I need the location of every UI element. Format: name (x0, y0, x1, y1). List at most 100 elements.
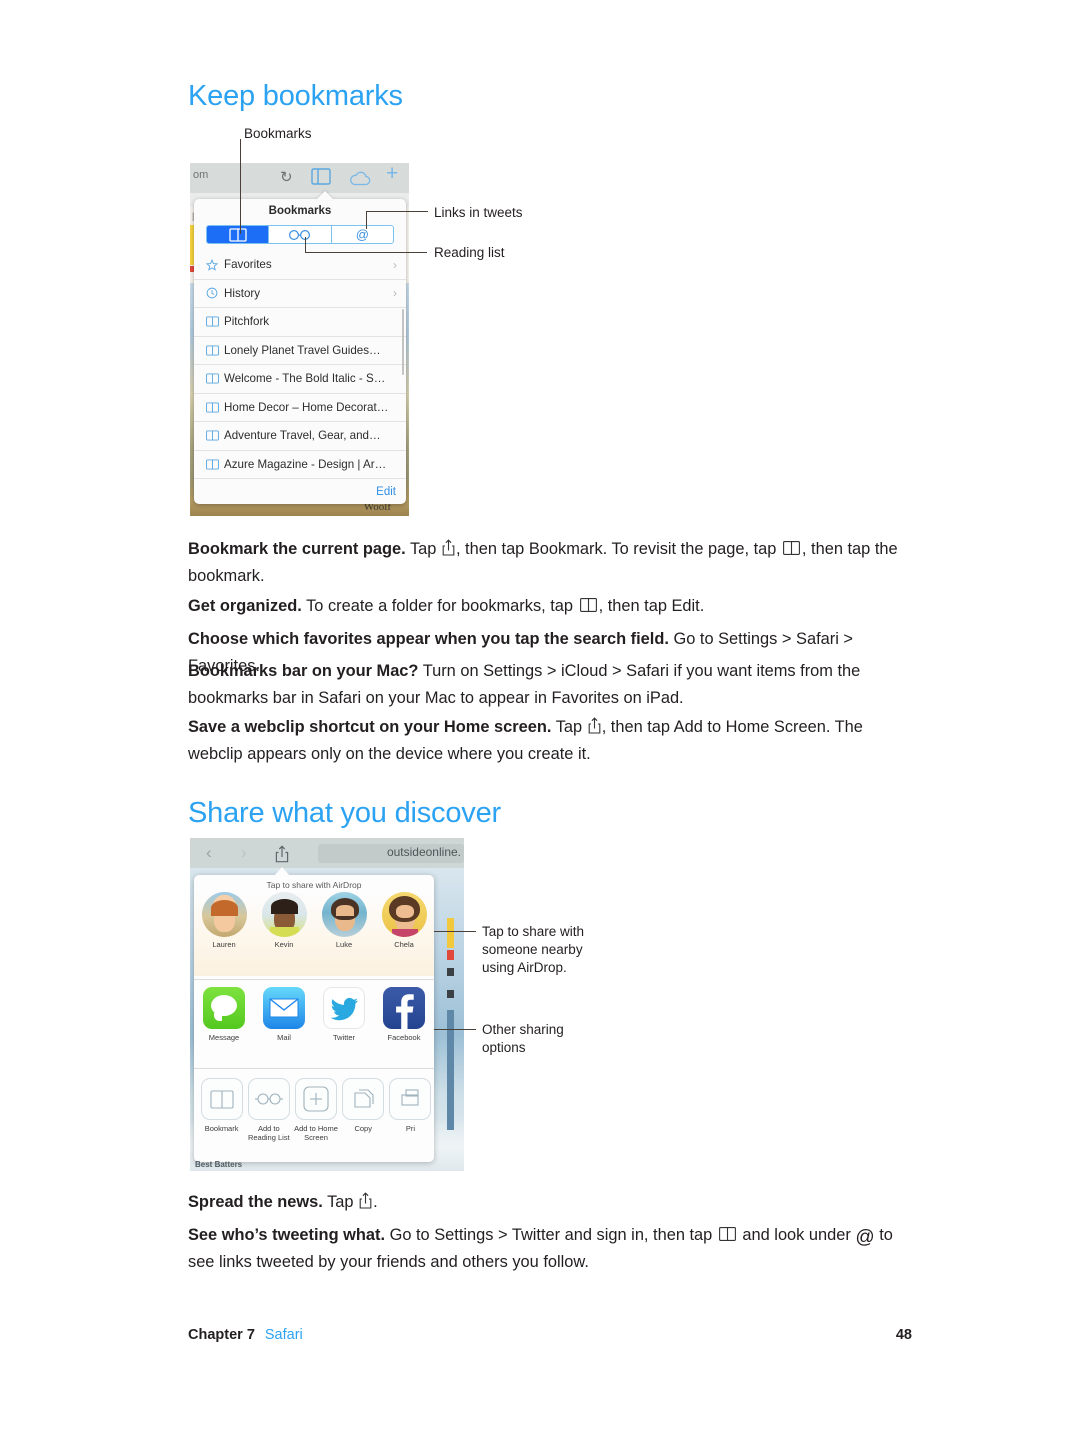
share-icon (359, 1192, 372, 1209)
paragraph-bookmark-the-current-page: Bookmark the current page. Tap , then ta… (188, 536, 912, 590)
print-icon (389, 1078, 432, 1120)
callout-other-sharing: Other sharing options (482, 1022, 564, 1055)
list-item[interactable]: Home Decor – Home Decorat… (194, 394, 406, 422)
share-actions-row: Bookmark Add to Reading List Add to Home… (194, 1071, 434, 1159)
leader-line-other-sharing (434, 1029, 476, 1031)
list-item[interactable]: History › (194, 280, 406, 308)
paragraph-text-1: Go to Settings > Twitter and sign in, th… (385, 1226, 717, 1244)
chevron-right-icon: › (393, 286, 397, 301)
paragraph-text-2: , then tap Edit. (598, 597, 705, 615)
book-icon (206, 373, 224, 384)
share-action-label: Copy (354, 1124, 372, 1133)
browser-toolbar: om ↻ + (190, 163, 409, 193)
list-item-label: Favorites (224, 258, 272, 272)
leader-line-reading-list-v (305, 237, 307, 253)
chevron-left-icon[interactable]: ‹ (206, 843, 212, 863)
page-title-share-what-you-discover: Share what you discover (188, 797, 501, 829)
edit-button[interactable]: Edit (376, 486, 396, 498)
chevron-right-icon[interactable]: › (241, 843, 247, 863)
at-sign-icon: @ (855, 1227, 875, 1248)
airdrop-contact[interactable]: Luke (318, 892, 370, 949)
list-item[interactable]: Azure Magazine - Design | Ar… (194, 451, 406, 479)
paragraph-lead: Bookmark the current page. (188, 540, 406, 558)
list-item-label: Lonely Planet Travel Guides… (224, 343, 381, 357)
page-title-keep-bookmarks: Keep bookmarks (188, 80, 403, 112)
paragraph-lead: Get organized. (188, 597, 302, 615)
avatar (201, 892, 247, 937)
address-bar-text: outsideonline. (386, 845, 461, 859)
book-icon (206, 402, 224, 413)
share-action-label: Bookmark (204, 1124, 239, 1133)
open-book-icon (229, 227, 247, 242)
share-sheet-popover: Tap to share with AirDrop Lauren Kevin L… (194, 875, 434, 1162)
bookmarks-icon[interactable] (311, 168, 331, 185)
airdrop-contacts-row: Lauren Kevin Luke Chela (194, 892, 434, 976)
paragraph-bookmarks-bar-on-your-mac: Bookmarks bar on your Mac? Turn on Setti… (188, 658, 912, 712)
share-app-label: Mail (277, 1033, 291, 1042)
paragraph-lead: Choose which favorites appear when you t… (188, 630, 669, 648)
leader-line-bookmarks (240, 139, 242, 234)
segment-shared-links[interactable]: @ (332, 226, 393, 243)
url-fragment: om (193, 169, 209, 181)
avatar (381, 892, 427, 937)
list-item-label: Adventure Travel, Gear, and… (224, 429, 381, 443)
paragraph-text-2: and look under (737, 1226, 856, 1244)
contact-name: Kevin (274, 940, 294, 949)
share-icon[interactable] (275, 845, 289, 863)
list-item[interactable]: Pitchfork (194, 308, 406, 337)
share-icon (442, 539, 455, 556)
background-stripe-dark2 (447, 990, 454, 998)
list-item[interactable]: Favorites › (194, 251, 406, 280)
popover-caret (316, 191, 334, 200)
share-action-label: Pri (405, 1124, 415, 1133)
leader-line-airdrop (434, 931, 476, 933)
list-item[interactable]: Adventure Travel, Gear, and… (194, 422, 406, 451)
share-action-add-to-reading-list[interactable]: Add to Reading List (245, 1078, 292, 1142)
list-item[interactable]: Lonely Planet Travel Guides… (194, 337, 406, 365)
footer-section-link[interactable]: Safari (265, 1327, 303, 1343)
twitter-icon (323, 987, 365, 1029)
plus-icon[interactable]: + (386, 163, 398, 184)
scrollbar[interactable] (402, 309, 404, 375)
plus-icon (295, 1078, 337, 1120)
airdrop-hint: Tap to share with AirDrop (266, 880, 362, 890)
paragraph-text-2: . (373, 1193, 378, 1211)
paragraph-text-1: Tap (551, 718, 587, 736)
airdrop-contact[interactable]: Chela (378, 892, 430, 949)
paragraph-text-1: Tap (405, 540, 441, 558)
share-app-mail[interactable]: Mail (258, 987, 310, 1042)
share-action-add-to-home-screen[interactable]: Add to Home Screen (292, 1078, 339, 1142)
contact-name: Luke (335, 940, 353, 949)
share-action-copy[interactable]: Copy (340, 1078, 387, 1133)
glasses-icon (288, 229, 310, 240)
paragraph-lead: See who’s tweeting what. (188, 1226, 386, 1244)
share-app-twitter[interactable]: Twitter (318, 987, 370, 1042)
paragraph-see-whos-tweeting-what: See who’s tweeting what. Go to Settings … (188, 1222, 912, 1276)
chevron-right-icon: › (393, 257, 397, 272)
star-icon (206, 258, 224, 271)
figure-share-sheet: ‹ › outsideonline. Tap to share with Air… (190, 838, 464, 1171)
divider (194, 1068, 434, 1069)
share-app-facebook[interactable]: Facebook (378, 987, 430, 1042)
book-icon (206, 316, 224, 327)
segment-bookmarks[interactable] (207, 226, 270, 243)
browser-toolbar: ‹ › outsideonline. (190, 838, 464, 868)
background-stripe-blue (447, 1010, 454, 1130)
share-app-message[interactable]: Message (198, 987, 250, 1042)
avatar (321, 892, 367, 937)
airdrop-contact[interactable]: Kevin (258, 892, 310, 949)
share-action-bookmark[interactable]: Bookmark (198, 1078, 245, 1133)
reload-icon[interactable]: ↻ (280, 168, 293, 186)
list-item-label: Azure Magazine - Design | Ar… (224, 457, 387, 471)
paragraph-lead: Spread the news. (188, 1193, 323, 1211)
share-action-print[interactable]: Pri (387, 1078, 434, 1133)
segment-reading-list[interactable] (269, 226, 332, 243)
paragraph-text-1: To create a folder for bookmarks, tap (301, 597, 578, 615)
list-item[interactable]: Welcome - The Bold Italic - S… (194, 365, 406, 394)
document-page: Keep bookmarks om ↻ + Woolf Bookmarks @ … (0, 0, 1080, 1431)
airdrop-contact[interactable]: Lauren (198, 892, 250, 949)
icloud-tabs-icon[interactable] (349, 171, 371, 186)
book-icon (206, 459, 224, 470)
paragraph-spread-the-news: Spread the news. Tap . (188, 1189, 912, 1216)
figure-bookmarks-popover: om ↻ + | ( Woolf Bookma (190, 163, 409, 516)
